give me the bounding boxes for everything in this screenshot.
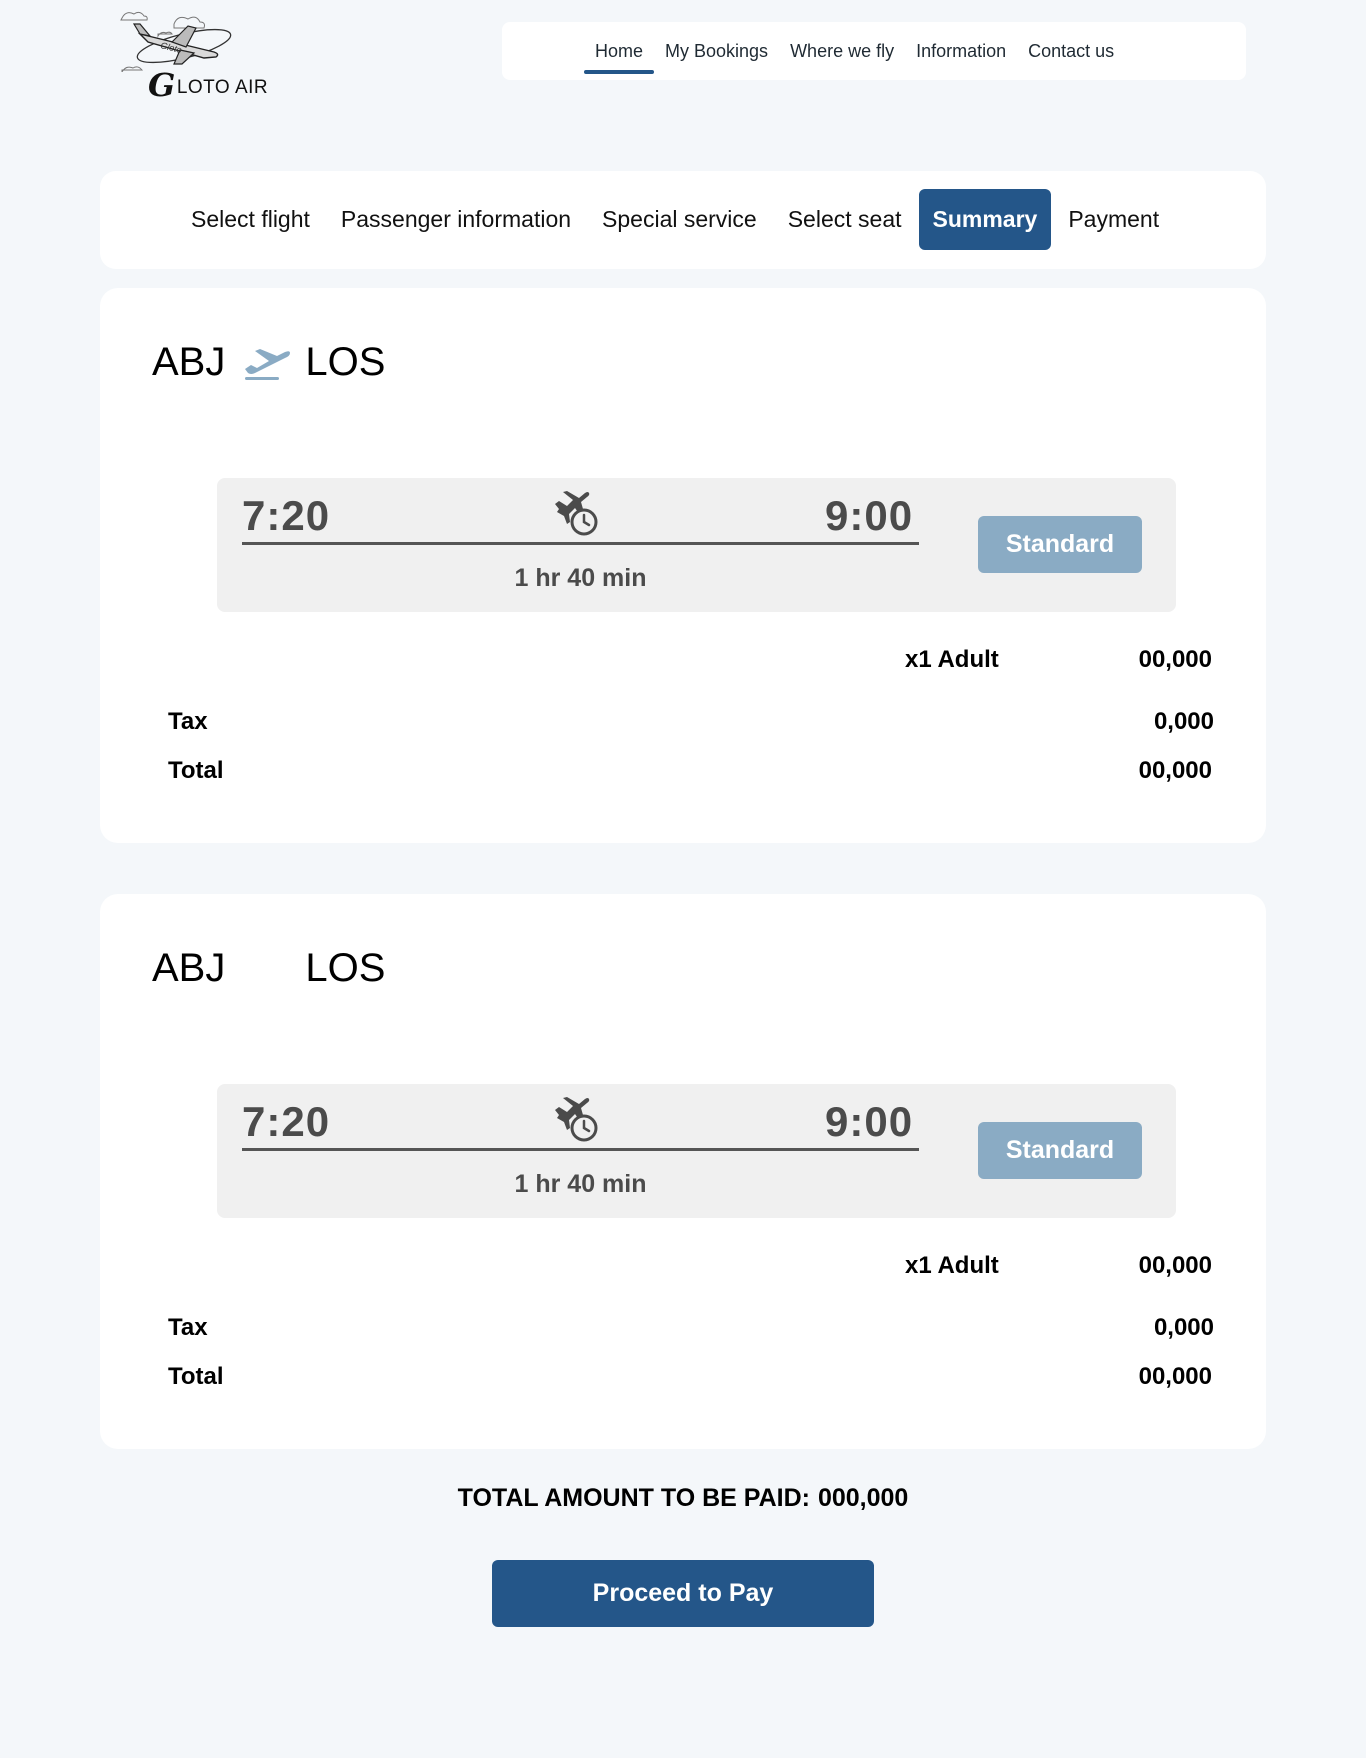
- proceed-to-pay-button[interactable]: Proceed to Pay: [492, 1560, 874, 1627]
- route-destination: LOS: [305, 340, 386, 384]
- step-special-service[interactable]: Special service: [588, 189, 771, 250]
- step-passenger-information[interactable]: Passenger information: [327, 189, 585, 250]
- grand-total: TOTAL AMOUNT TO BE PAID: 000,000: [0, 1484, 1366, 1513]
- total-label: Total: [168, 1363, 224, 1390]
- step-payment[interactable]: Payment: [1054, 189, 1173, 250]
- nav-item-contact-us[interactable]: Contact us: [1017, 22, 1125, 80]
- fare-class-button[interactable]: Standard: [978, 516, 1142, 573]
- passenger-fare-amount: 00,000: [1138, 1252, 1212, 1279]
- flight-time-panel: 7:20 9:00 1 hr 40 min Standard: [217, 478, 1176, 612]
- total-amount: 00,000: [1138, 757, 1212, 784]
- brand-name: GLOTO AIR: [148, 66, 269, 104]
- nav-item-information[interactable]: Information: [905, 22, 1017, 80]
- flight-timeline: [242, 1148, 919, 1151]
- nav-item-home[interactable]: Home: [584, 22, 655, 80]
- top-navigation: Home My Bookings Where we fly Informatio…: [502, 22, 1246, 80]
- total-label: Total: [168, 757, 224, 784]
- flight-summary-card: ABJ LOS 7:20 9:00 1 hr 40 min Standard x…: [100, 288, 1266, 843]
- flight-duration: 1 hr 40 min: [514, 1170, 647, 1198]
- flight-time-icon: [555, 1097, 598, 1142]
- step-summary[interactable]: Summary: [918, 189, 1052, 250]
- flight-route: ABJ LOS: [152, 946, 385, 991]
- route-origin: ABJ: [152, 340, 226, 384]
- passenger-fare-amount: 00,000: [1138, 646, 1212, 673]
- passenger-count-label: x1 Adult: [905, 646, 999, 673]
- step-select-flight[interactable]: Select flight: [177, 189, 324, 250]
- flight-route: ABJ LOS: [152, 340, 385, 385]
- fare-class-button[interactable]: Standard: [978, 1122, 1142, 1179]
- grand-total-value: 000,000: [817, 1484, 909, 1512]
- step-select-seat[interactable]: Select seat: [774, 189, 916, 250]
- flight-time-icon: [555, 491, 598, 536]
- passenger-count-label: x1 Adult: [905, 1252, 999, 1279]
- arrival-time: 9:00: [825, 492, 914, 539]
- route-origin: ABJ: [152, 946, 226, 990]
- tax-amount: 0,000: [1153, 1314, 1214, 1341]
- airplane-takeoff-icon: [245, 348, 291, 380]
- nav-item-my-bookings[interactable]: My Bookings: [654, 22, 779, 80]
- departure-time: 7:20: [242, 492, 331, 539]
- booking-steps: Select flight Passenger information Spec…: [100, 171, 1266, 269]
- nav-item-where-we-fly[interactable]: Where we fly: [779, 22, 905, 80]
- grand-total-label: TOTAL AMOUNT TO BE PAID:: [457, 1484, 810, 1512]
- flight-time-panel: 7:20 9:00 1 hr 40 min Standard: [217, 1084, 1176, 1218]
- tax-label: Tax: [168, 1314, 208, 1341]
- flight-duration: 1 hr 40 min: [514, 564, 647, 592]
- flight-timeline: [242, 542, 919, 545]
- total-amount: 00,000: [1138, 1363, 1212, 1390]
- arrival-time: 9:00: [825, 1098, 914, 1145]
- route-destination: LOS: [305, 946, 386, 990]
- tax-label: Tax: [168, 708, 208, 735]
- flight-summary-card: ABJ LOS 7:20 9:00 1 hr 40 min Standard x…: [100, 894, 1266, 1449]
- tax-amount: 0,000: [1153, 708, 1214, 735]
- logo-plane-icon: Gloto: [120, 11, 232, 72]
- brand-logo[interactable]: Gloto GLOTO AIR: [118, 6, 278, 104]
- departure-time: 7:20: [242, 1098, 331, 1145]
